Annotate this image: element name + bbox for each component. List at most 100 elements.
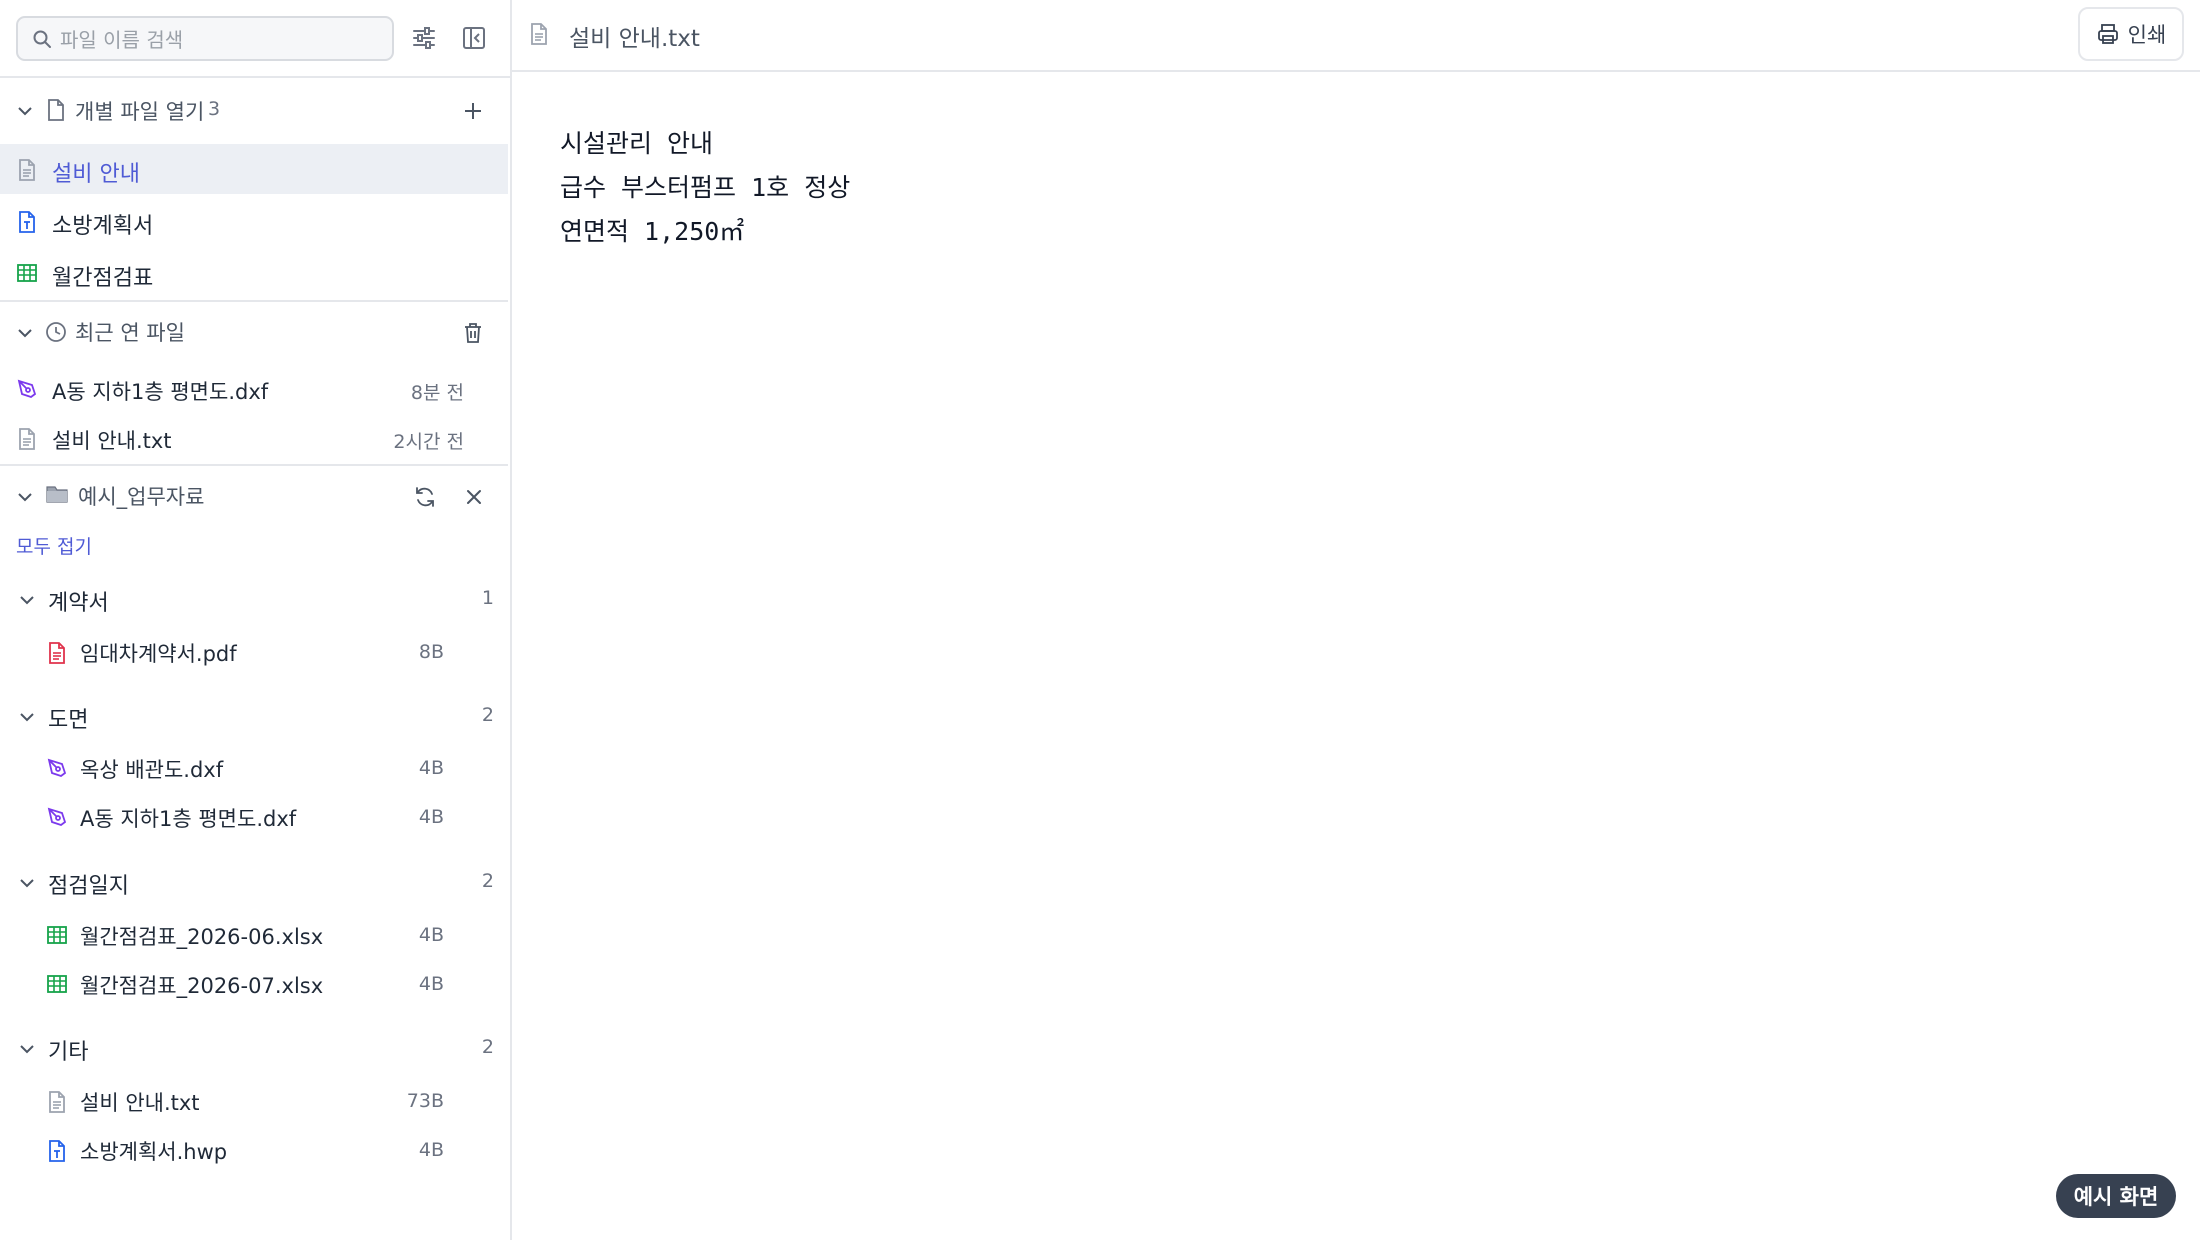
folder-group[interactable]: 도면 2: [0, 690, 508, 740]
chevron-down-icon: [18, 329, 32, 338]
collapse-all-link[interactable]: 모두 접기: [16, 532, 92, 559]
filter-button[interactable]: [408, 22, 440, 54]
recent-files-title: 최근 연 파일: [75, 321, 185, 345]
file-size: 4B: [418, 924, 444, 946]
recent-file-item[interactable]: 설비 안내.txt 2시간 전: [0, 413, 508, 461]
open-file-item[interactable]: 월간점검표: [0, 248, 508, 298]
folder-file-item[interactable]: 월간점검표_2026-06.xlsx 4B: [0, 910, 508, 958]
text-file-icon: [49, 1091, 65, 1113]
folder-file-item[interactable]: 월간점검표_2026-07.xlsx 4B: [0, 959, 508, 1007]
open-file-label: 설비 안내: [52, 162, 140, 187]
refresh-folder-button[interactable]: [410, 482, 440, 512]
file-name: A동 지하1층 평면도.dxf: [80, 807, 297, 831]
group-label: 도면: [48, 708, 89, 733]
collapse-sidebar-button[interactable]: [458, 22, 490, 54]
file-name: 월간점검표_2026-06.xlsx: [80, 925, 324, 949]
text-file-icon: [19, 159, 35, 181]
open-file-label: 소방계획서: [52, 214, 154, 239]
file-size: 4B: [418, 757, 444, 779]
document-line: 급수 부스터펌프 1호 정상: [560, 173, 851, 202]
group-count: 2: [481, 704, 494, 726]
open-file-label: 월간점검표: [52, 266, 154, 291]
recent-file-time: 8분 전: [410, 382, 464, 404]
document-line: 연면적 1,250㎡: [560, 217, 745, 246]
folder-group[interactable]: 계약서 1: [0, 573, 508, 623]
chevron-down-icon: [18, 493, 32, 502]
folder-file-item[interactable]: A동 지하1층 평면도.dxf 4B: [0, 792, 508, 840]
recent-file-label: 설비 안내.txt: [52, 429, 172, 453]
file-icon: [48, 99, 64, 121]
file-name: 설비 안내.txt: [80, 1091, 200, 1115]
file-size: 4B: [418, 1139, 444, 1161]
recent-files-header[interactable]: 최근 연 파일: [0, 302, 510, 362]
file-size: 4B: [418, 973, 444, 995]
spreadsheet-icon: [47, 926, 67, 944]
document-line: 시설관리 안내: [560, 129, 714, 158]
spreadsheet-icon: [17, 264, 37, 282]
recent-file-item[interactable]: A동 지하1층 평면도.dxf 8분 전: [0, 364, 508, 412]
search-icon: [33, 30, 51, 48]
hwp-file-icon: [49, 1140, 65, 1162]
printer-icon: [2097, 24, 2118, 44]
text-file-icon: [19, 428, 35, 450]
plus-icon: [465, 103, 481, 119]
file-sidebar: 개별 파일 열기 3 설비 안내 소방계획서 월간점검표 최근 연 파일 A동 …: [0, 0, 512, 1240]
folder-icon: [46, 486, 68, 503]
recent-file-label: A동 지하1층 평면도.dxf: [52, 380, 269, 404]
add-file-button[interactable]: [458, 96, 488, 126]
chevron-down-icon: [20, 713, 34, 722]
group-count: 1: [481, 587, 494, 609]
folder-group[interactable]: 기타 2: [0, 1022, 508, 1072]
cad-file-icon: [17, 379, 37, 399]
folder-title: 예시_업무자료: [78, 485, 205, 509]
file-name: 월간점검표_2026-07.xlsx: [80, 974, 324, 998]
recent-file-time: 2시간 전: [393, 431, 464, 453]
close-icon: [467, 490, 481, 504]
document-toolbar: 설비 안내.txt 인쇄: [512, 0, 2200, 72]
folder-header[interactable]: 예시_업무자료: [0, 466, 510, 526]
group-label: 점검일지: [48, 874, 129, 899]
folder-file-item[interactable]: 임대차계약서.pdf 8B: [0, 627, 508, 675]
file-size: 73B: [406, 1090, 444, 1112]
print-label: 인쇄: [2127, 23, 2167, 47]
refresh-icon: [416, 487, 434, 507]
group-label: 계약서: [48, 591, 109, 616]
clear-recent-button[interactable]: [458, 318, 488, 348]
file-name: 옥상 배관도.dxf: [80, 758, 224, 782]
sliders-icon: [413, 27, 435, 49]
open-file-item[interactable]: 소방계획서: [0, 196, 508, 246]
folder-group[interactable]: 점검일지 2: [0, 856, 508, 906]
text-file-icon: [531, 23, 547, 45]
folder-file-item[interactable]: 설비 안내.txt 73B: [0, 1076, 508, 1124]
close-folder-button[interactable]: [459, 482, 489, 512]
group-count: 2: [481, 1036, 494, 1058]
chevron-down-icon: [18, 107, 32, 116]
open-files-count: 3: [208, 98, 221, 120]
search-input[interactable]: [58, 24, 382, 56]
chevron-down-icon: [20, 1045, 34, 1054]
pdf-file-icon: [49, 642, 65, 664]
open-file-item[interactable]: 설비 안내: [0, 144, 508, 194]
folder-file-item[interactable]: 소방계획서.hwp 4B: [0, 1125, 508, 1173]
document-viewer: 설비 안내.txt 인쇄 시설관리 안내 급수 부스터펌프 1호 정상 연면적 …: [512, 0, 2200, 1240]
spreadsheet-icon: [47, 975, 67, 993]
open-files-title: 개별 파일 열기: [75, 100, 205, 124]
chevron-down-icon: [20, 879, 34, 888]
file-name: 소방계획서.hwp: [80, 1140, 228, 1164]
hwp-file-icon: [19, 211, 35, 233]
search-row: [0, 0, 510, 78]
file-name: 임대차계약서.pdf: [80, 642, 237, 666]
sidebar-collapse-icon: [463, 27, 485, 49]
open-files-header[interactable]: 개별 파일 열기 3: [0, 80, 510, 140]
search-box[interactable]: [16, 16, 394, 61]
chevron-down-icon: [20, 596, 34, 605]
cad-file-icon: [47, 758, 67, 778]
sample-screen-badge: 예시 화면: [2056, 1174, 2176, 1218]
cad-file-icon: [47, 807, 67, 827]
document-content: 시설관리 안내 급수 부스터펌프 1호 정상 연면적 1,250㎡: [560, 122, 850, 254]
folder-file-item[interactable]: 옥상 배관도.dxf 4B: [0, 743, 508, 791]
print-button[interactable]: 인쇄: [2078, 7, 2184, 61]
document-title: 설비 안내.txt: [569, 26, 700, 52]
file-size: 8B: [418, 641, 444, 663]
group-label: 기타: [48, 1040, 89, 1065]
